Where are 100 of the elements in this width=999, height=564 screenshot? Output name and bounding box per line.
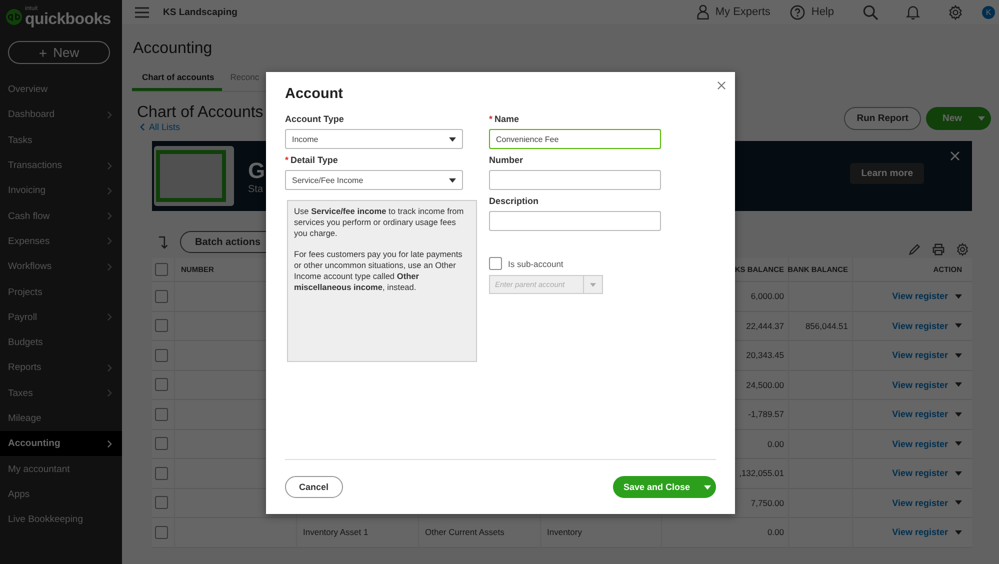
nav-item[interactable]: Projects — [0, 279, 122, 305]
nav-item[interactable]: Budgets — [0, 330, 122, 356]
tab[interactable]: Chart of accounts — [132, 72, 222, 91]
user-avatar[interactable]: K — [982, 6, 995, 18]
pencil-icon[interactable] — [908, 242, 921, 256]
caret-down-icon — [978, 116, 985, 121]
photo-placeholder — [156, 150, 226, 202]
table-cell: 6,000.00 — [750, 291, 784, 302]
bell-icon[interactable] — [906, 4, 920, 20]
input-field[interactable]: Convenience Fee — [489, 129, 661, 149]
caret-down-icon[interactable] — [955, 323, 962, 328]
nav-item[interactable]: Dashboard — [0, 102, 122, 128]
nav-item[interactable]: Workflows — [0, 254, 122, 280]
new-split-button[interactable]: New — [926, 107, 991, 130]
nav-item[interactable]: Overview — [0, 77, 122, 102]
run-report-button[interactable]: Run Report — [844, 107, 922, 130]
table-cell: 22,444.37 — [746, 320, 784, 331]
view-register-link[interactable]: View register — [892, 291, 948, 302]
chevron-left-icon — [140, 123, 145, 131]
caret-down-icon[interactable] — [955, 294, 962, 299]
view-register-link[interactable]: View register — [892, 409, 948, 420]
field-label: * Name — [489, 114, 520, 126]
settings-icon[interactable] — [956, 242, 969, 256]
nav-item[interactable]: Apps — [0, 482, 122, 508]
all-lists-link[interactable]: All Lists — [140, 122, 264, 132]
field-label: Account Type — [285, 114, 345, 126]
caret-down-icon — [449, 178, 456, 182]
info-paragraph: Use Service/fee income to track income from services you perform or ordinary usage fees you charge. — [294, 206, 465, 239]
nav-item[interactable]: Taxes — [0, 380, 122, 406]
row-checkbox[interactable] — [155, 466, 168, 480]
table-cell: -1,789.57 — [748, 409, 784, 420]
cancel-button[interactable]: Cancel — [285, 476, 343, 498]
search-icon[interactable] — [863, 4, 878, 20]
view-register-link[interactable]: View register — [892, 468, 948, 478]
select-field[interactable]: Income — [285, 129, 463, 149]
dialog-title: Account — [285, 86, 344, 104]
caret-down-icon[interactable] — [955, 352, 962, 358]
logo-wordmark: quickbooks — [25, 12, 111, 28]
row-checkbox[interactable] — [155, 408, 168, 421]
row-checkbox[interactable] — [155, 348, 168, 362]
row-checkbox[interactable] — [155, 437, 168, 450]
field-label: * Detail Type — [285, 155, 339, 167]
row-checkbox[interactable] — [155, 378, 168, 392]
caret-down-icon[interactable] — [955, 412, 962, 417]
nav-item[interactable]: Payroll — [0, 304, 122, 330]
checkbox-label: Is sub-account — [508, 258, 564, 268]
caret-down-icon[interactable] — [955, 441, 962, 446]
help-link[interactable]: Help — [790, 4, 834, 20]
save-and-close-button[interactable]: Save and Close — [613, 476, 716, 498]
caret-down-icon[interactable] — [955, 382, 962, 388]
row-checkbox[interactable] — [155, 290, 168, 303]
nav-item[interactable]: Expenses — [0, 228, 122, 254]
input-field[interactable] — [489, 170, 661, 190]
caret-down-icon[interactable] — [955, 470, 962, 476]
row-checkbox[interactable] — [155, 526, 168, 539]
my-experts-link[interactable]: My Experts — [697, 4, 770, 20]
nav-item[interactable]: Reports — [0, 355, 122, 381]
banner-title: G — [248, 158, 266, 184]
sub-account-checkbox[interactable] — [489, 257, 502, 270]
nav-item[interactable]: My accountant — [0, 456, 122, 482]
sort-icon[interactable] — [158, 236, 169, 248]
table-cell: ,132,055.01 — [739, 468, 784, 478]
table-cell: 0.00 — [767, 527, 784, 538]
person-icon — [697, 4, 710, 20]
menu-icon[interactable] — [135, 6, 149, 18]
nav-item[interactable]: Tasks — [0, 128, 122, 153]
table-cell: 7,750.00 — [750, 498, 784, 508]
settings-icon[interactable] — [948, 4, 963, 20]
row-checkbox[interactable] — [155, 319, 168, 332]
caret-down-icon[interactable] — [955, 530, 962, 535]
nav-item[interactable]: Live Bookkeeping — [0, 507, 122, 532]
input-field[interactable] — [489, 211, 661, 231]
select-all-checkbox[interactable] — [155, 263, 168, 276]
view-register-link[interactable]: View register — [892, 380, 948, 390]
table-cell: Other Current Assets — [425, 527, 504, 538]
table-cell: 0.00 — [767, 438, 784, 449]
row-checkbox[interactable] — [155, 496, 168, 510]
view-register-link[interactable]: View register — [892, 527, 948, 538]
close-icon[interactable] — [717, 81, 726, 90]
learn-more-button[interactable]: Learn more — [850, 163, 924, 184]
new-button[interactable]: + New — [8, 41, 110, 64]
view-register-link[interactable]: View register — [892, 438, 948, 449]
page-title: Accounting — [133, 39, 214, 59]
table-cell: Inventory — [547, 527, 582, 538]
view-register-link[interactable]: View register — [892, 350, 948, 360]
field-label: Description — [489, 196, 540, 208]
banner-subtitle: Sta — [248, 184, 264, 194]
nav-item[interactable]: Transactions — [0, 152, 122, 178]
company-name: KS Landscaping — [163, 6, 238, 18]
select-field[interactable]: Service/Fee Income — [285, 170, 463, 190]
nav-item[interactable]: Cash flow — [0, 203, 122, 229]
help-icon — [790, 4, 806, 20]
nav-item[interactable]: Invoicing — [0, 178, 122, 204]
caret-down-icon[interactable] — [955, 500, 962, 506]
nav-item[interactable]: Mileage — [0, 406, 122, 432]
view-register-link[interactable]: View register — [892, 498, 948, 508]
printer-icon[interactable] — [932, 242, 945, 256]
nav-item[interactable]: Accounting — [0, 431, 122, 456]
view-register-link[interactable]: View register — [892, 320, 948, 331]
caret-down-icon — [590, 282, 596, 286]
